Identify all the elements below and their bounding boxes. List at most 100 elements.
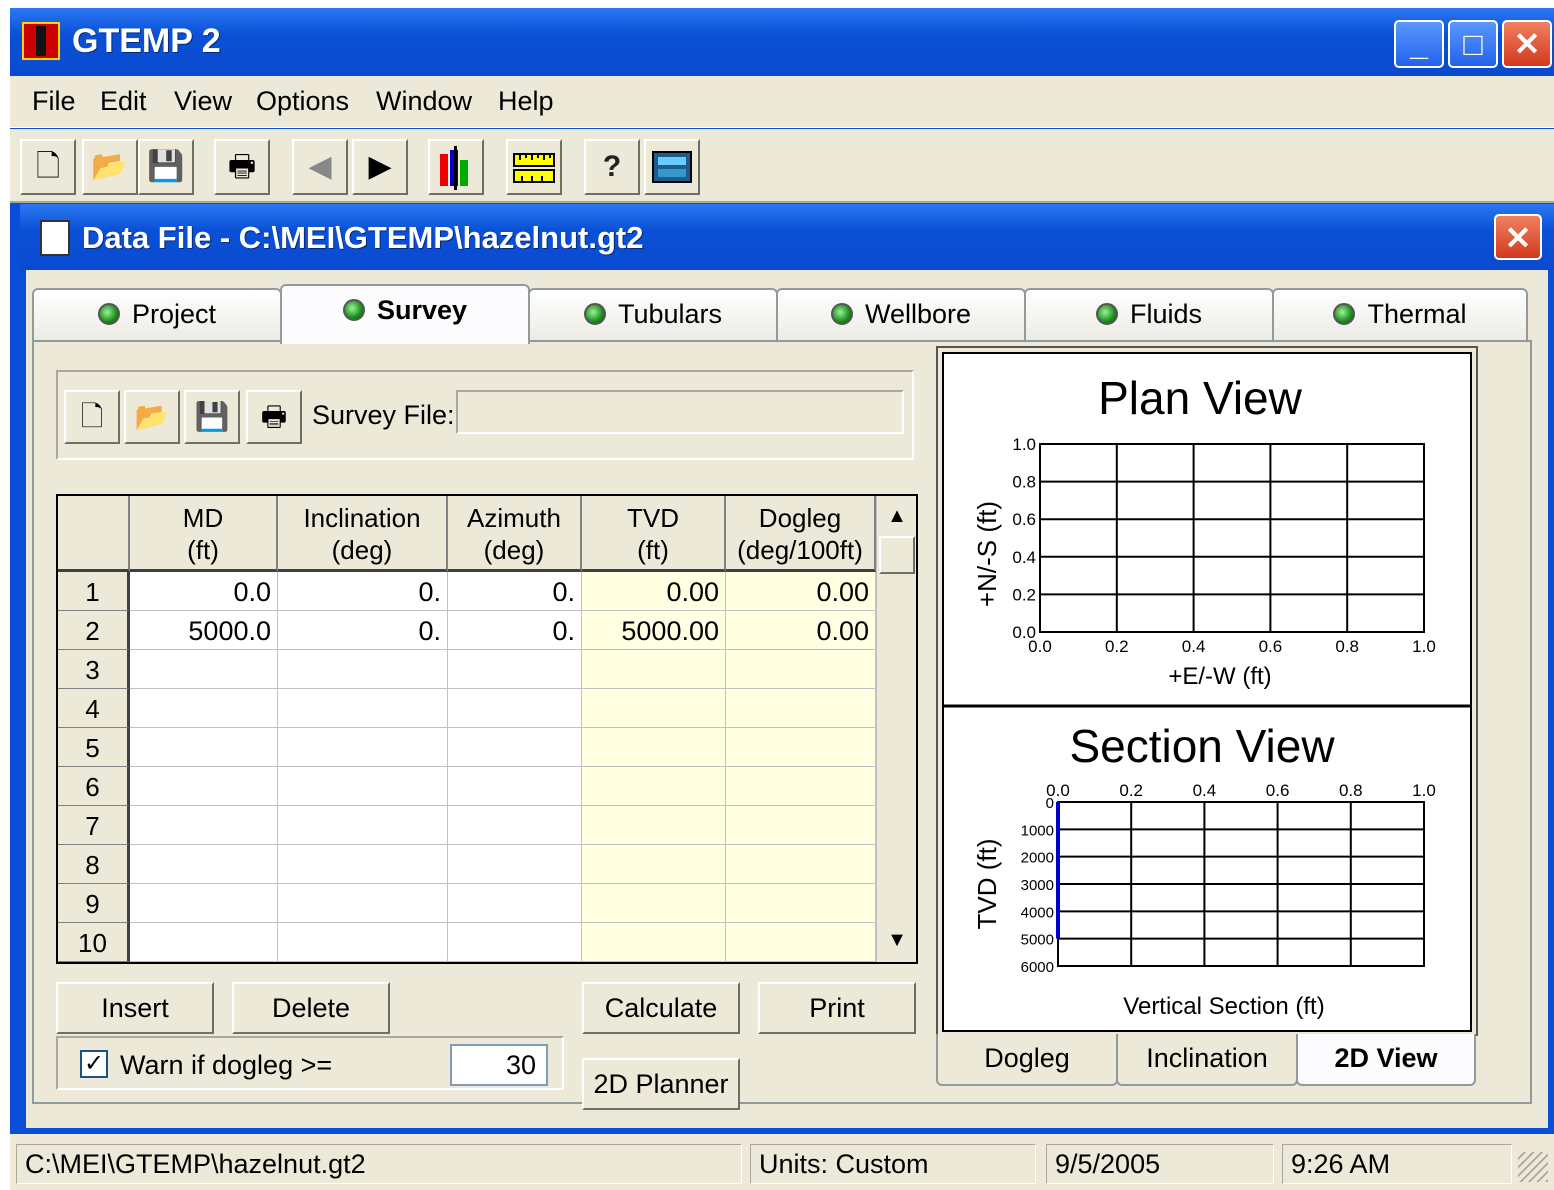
cell-azimuth[interactable] xyxy=(448,923,582,962)
menu-options[interactable]: Options xyxy=(256,86,349,117)
row-header[interactable]: 4 xyxy=(58,689,130,728)
scroll-up-arrow-icon[interactable]: ▲ xyxy=(879,498,915,534)
calculator-icon[interactable] xyxy=(644,139,700,195)
cell-azimuth[interactable] xyxy=(448,845,582,884)
tab-wellbore[interactable]: Wellbore xyxy=(776,288,1026,340)
2d-planner-button[interactable]: 2D Planner xyxy=(582,1058,740,1110)
cell-md[interactable] xyxy=(130,923,278,962)
column-header-azimuth[interactable]: Azimuth (deg) xyxy=(448,496,582,572)
cell-azimuth[interactable] xyxy=(448,806,582,845)
resize-grip-icon[interactable] xyxy=(1518,1152,1548,1182)
row-header[interactable]: 5 xyxy=(58,728,130,767)
save-icon[interactable]: 💾 xyxy=(138,139,194,195)
cell-azimuth[interactable] xyxy=(448,689,582,728)
tab-project[interactable]: Project xyxy=(32,288,282,340)
column-header-tvd[interactable]: TVD (ft) xyxy=(582,496,726,572)
cell-azimuth[interactable]: 0. xyxy=(448,611,582,650)
help-icon[interactable]: ? xyxy=(584,139,640,195)
cell-md[interactable] xyxy=(130,884,278,923)
cell-md[interactable] xyxy=(130,689,278,728)
print-button[interactable]: Print xyxy=(758,982,916,1034)
cell-md[interactable] xyxy=(130,845,278,884)
cell-inclination[interactable] xyxy=(278,806,448,845)
plan-view-xlabel: +E/-W (ft) xyxy=(1168,663,1271,690)
cell-inclination[interactable] xyxy=(278,689,448,728)
menu-view[interactable]: View xyxy=(174,86,232,117)
survey-grid[interactable]: MD (ft) Inclination (deg) Azimuth (deg) TVD… xyxy=(56,494,918,964)
menu-edit[interactable]: Edit xyxy=(100,86,147,117)
row-header[interactable]: 9 xyxy=(58,884,130,923)
insert-button[interactable]: Insert xyxy=(56,982,214,1034)
new-icon[interactable]: 🗋 xyxy=(20,139,76,195)
menu-help[interactable]: Help xyxy=(498,86,554,117)
menu-file[interactable]: File xyxy=(32,86,76,117)
gtemp-app-icon[interactable] xyxy=(22,22,60,60)
warn-dogleg-threshold-input[interactable]: 30 xyxy=(450,1044,548,1086)
title-bar[interactable]: GTEMP 2 _ □ ✕ xyxy=(10,8,1554,76)
row-header[interactable]: 1 xyxy=(58,572,130,611)
minimize-button[interactable]: _ xyxy=(1394,20,1444,68)
cell-azimuth[interactable] xyxy=(448,884,582,923)
cell-md[interactable] xyxy=(130,806,278,845)
cell-azimuth[interactable]: 0. xyxy=(448,572,582,611)
tab-fluids[interactable]: Fluids xyxy=(1024,288,1274,340)
cell-tvd xyxy=(582,689,726,728)
column-header-md[interactable]: MD (ft) xyxy=(130,496,278,572)
close-button[interactable]: ✕ xyxy=(1502,20,1552,68)
delete-button[interactable]: Delete xyxy=(232,982,390,1034)
view-tab-inclination[interactable]: Inclination xyxy=(1116,1034,1298,1086)
tab-survey[interactable]: Survey xyxy=(280,284,530,344)
survey-open-icon[interactable]: 📂 xyxy=(124,390,180,444)
row-header[interactable]: 8 xyxy=(58,845,130,884)
column-header-dogleg[interactable]: Dogleg (deg/100ft) xyxy=(726,496,876,572)
view-tab-dogleg[interactable]: Dogleg xyxy=(936,1034,1118,1086)
survey-print-icon[interactable]: 🖶 xyxy=(246,390,302,444)
row-header[interactable]: 7 xyxy=(58,806,130,845)
cell-md[interactable]: 5000.0 xyxy=(130,611,278,650)
survey-file-field[interactable] xyxy=(456,390,904,434)
maximize-button[interactable]: □ xyxy=(1448,20,1498,68)
cell-inclination[interactable] xyxy=(278,728,448,767)
data-file-close-button[interactable]: ✕ xyxy=(1494,214,1542,260)
cell-md[interactable] xyxy=(130,728,278,767)
cell-azimuth[interactable] xyxy=(448,767,582,806)
cell-inclination[interactable] xyxy=(278,923,448,962)
cell-azimuth[interactable] xyxy=(448,728,582,767)
row-header[interactable]: 10 xyxy=(58,923,130,962)
open-icon[interactable]: 📂 xyxy=(82,139,138,195)
row-header[interactable]: 6 xyxy=(58,767,130,806)
ruler-icon[interactable] xyxy=(506,139,562,195)
cell-md[interactable]: 0.0 xyxy=(130,572,278,611)
cell-inclination[interactable]: 0. xyxy=(278,611,448,650)
cell-md[interactable] xyxy=(130,767,278,806)
calculate-button[interactable]: Calculate xyxy=(582,982,740,1034)
cell-azimuth[interactable] xyxy=(448,650,582,689)
forward-icon[interactable]: ▶ xyxy=(352,139,408,195)
data-file-title-bar[interactable]: Data File - C:\MEI\GTEMP\hazelnut.gt2 ✕ xyxy=(20,204,1554,270)
cell-inclination[interactable] xyxy=(278,767,448,806)
cell-md[interactable] xyxy=(130,650,278,689)
cell-inclination[interactable] xyxy=(278,845,448,884)
cell-inclination[interactable] xyxy=(278,650,448,689)
row-header[interactable]: 3 xyxy=(58,650,130,689)
cell-inclination[interactable] xyxy=(278,884,448,923)
section-xtick-label: 0.2 xyxy=(1119,781,1143,800)
chart-icon[interactable] xyxy=(428,139,484,195)
menu-window[interactable]: Window xyxy=(376,86,472,117)
scroll-down-arrow-icon[interactable]: ▼ xyxy=(879,922,915,958)
column-header-inclination[interactable]: Inclination (deg) xyxy=(278,496,448,572)
back-icon[interactable]: ◀ xyxy=(292,139,348,195)
row-header[interactable]: 2 xyxy=(58,611,130,650)
tab-thermal[interactable]: Thermal xyxy=(1272,288,1528,340)
warn-dogleg-checkbox[interactable]: ✓ xyxy=(80,1050,108,1078)
print-icon[interactable]: 🖶 xyxy=(214,139,270,195)
grid-corner[interactable] xyxy=(58,496,130,572)
status-led-icon xyxy=(97,303,120,325)
scroll-thumb[interactable] xyxy=(879,536,915,574)
cell-inclination[interactable]: 0. xyxy=(278,572,448,611)
view-tab-2d-view[interactable]: 2D View xyxy=(1296,1034,1476,1086)
survey-new-icon[interactable]: 🗋 xyxy=(64,390,120,444)
survey-save-icon[interactable]: 💾 xyxy=(184,390,240,444)
grid-vertical-scrollbar[interactable]: ▲ ▼ xyxy=(876,496,916,962)
tab-tubulars[interactable]: Tubulars xyxy=(528,288,778,340)
